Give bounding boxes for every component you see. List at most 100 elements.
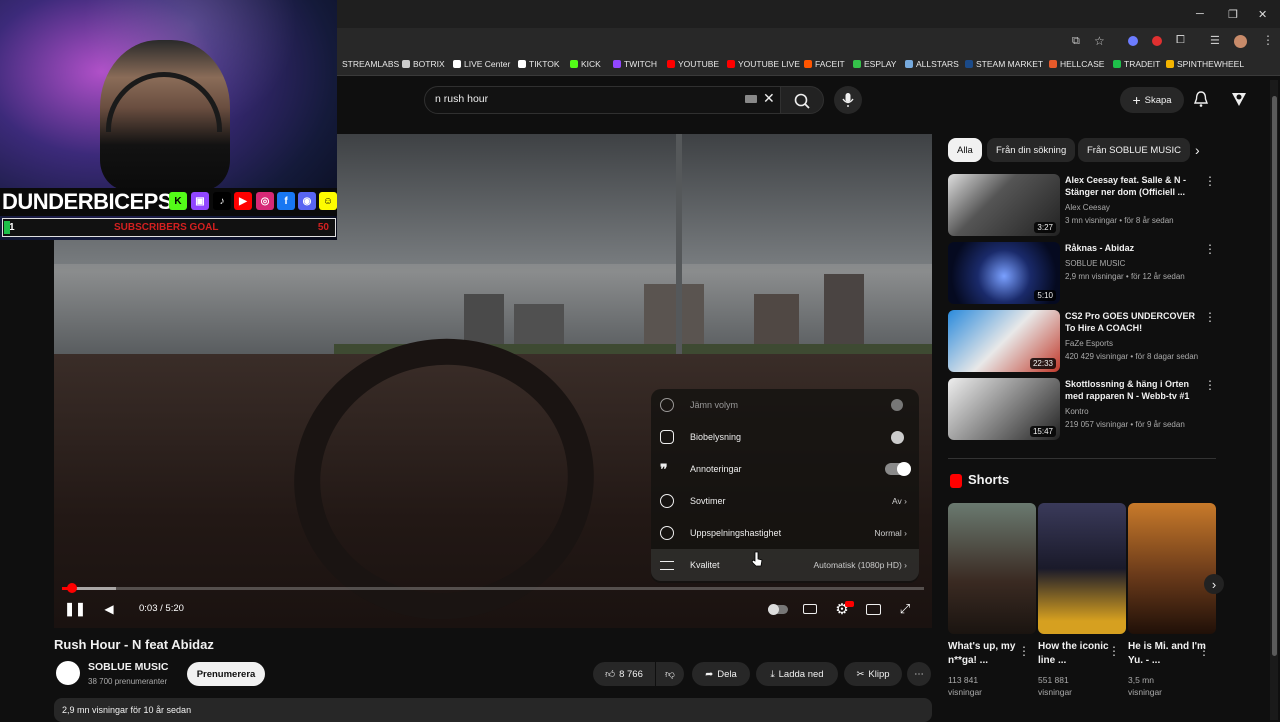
more-actions-button[interactable]: ⋯ xyxy=(907,662,931,686)
chip-from-channel[interactable]: Från SOBLUE MUSIC xyxy=(1078,138,1190,162)
bookmark-item[interactable]: STREAMLABS xyxy=(342,59,399,69)
clip-button[interactable]: ✂ Klipp xyxy=(844,662,902,686)
settings-item-stable-volume[interactable]: Jämn volym xyxy=(651,389,919,421)
bookmark-item[interactable]: STEAM MARKET xyxy=(965,59,1043,69)
bookmark-item[interactable]: ESPLAY xyxy=(853,59,896,69)
more-options-icon[interactable]: ⋮ xyxy=(1018,644,1030,658)
channel-avatar[interactable] xyxy=(56,661,80,685)
notifications-bell-icon[interactable] xyxy=(1192,90,1210,108)
scissors-icon: ✂ xyxy=(856,668,865,680)
settings-item-ambient-mode[interactable]: Biobelysning xyxy=(651,421,919,453)
more-options-icon[interactable]: ⋮ xyxy=(1204,242,1216,256)
reading-list-icon[interactable]: ☰ xyxy=(1210,34,1220,47)
clear-search-icon[interactable]: ✕ xyxy=(763,90,775,107)
speed-gauge-icon xyxy=(660,526,674,540)
browser-menu-icon[interactable]: ⋮ xyxy=(1262,33,1274,47)
bookmark-item[interactable]: SPINTHEWHEEL xyxy=(1166,59,1244,69)
bookmark-item[interactable]: TRADEIT xyxy=(1113,59,1160,69)
bookmark-item[interactable]: HELLCASE xyxy=(1049,59,1104,69)
scrollbar-thumb[interactable] xyxy=(1272,96,1277,656)
short-thumbnail[interactable] xyxy=(1128,503,1216,634)
autoplay-toggle[interactable] xyxy=(768,601,788,617)
fullscreen-button[interactable]: ⤢ xyxy=(897,601,913,617)
annotations-toggle[interactable] xyxy=(885,462,911,476)
profile-avatar[interactable] xyxy=(1234,35,1247,48)
settings-item-annotations[interactable]: ❞ Annoteringar xyxy=(651,453,919,485)
cast-icon[interactable]: ⧉ xyxy=(1072,35,1080,48)
recommendation-item[interactable]: 15:47 Skottlossning & häng i Orten med r… xyxy=(948,378,1216,442)
bookmark-star-icon[interactable]: ☆ xyxy=(1094,34,1105,48)
more-options-icon[interactable]: ⋮ xyxy=(1198,644,1210,658)
bookmark-item[interactable]: TWITCH xyxy=(613,59,657,69)
facebook-icon: f xyxy=(277,192,295,210)
miniplayer-button[interactable] xyxy=(865,601,881,617)
ambient-mode-toggle[interactable] xyxy=(885,431,909,444)
stable-volume-toggle[interactable] xyxy=(885,399,909,411)
bookmark-item[interactable]: TIKTOK xyxy=(518,59,560,69)
share-icon: ➦ xyxy=(705,668,714,680)
like-button[interactable]: 👍︎ 8 766 xyxy=(593,662,655,686)
stable-volume-icon xyxy=(660,398,674,412)
keyboard-icon[interactable] xyxy=(745,95,757,103)
chip-from-search[interactable]: Från din sökning xyxy=(987,138,1076,162)
bookmark-item[interactable]: KICK xyxy=(570,59,601,69)
voice-search-button[interactable] xyxy=(834,86,862,114)
pause-button[interactable]: ❚❚ xyxy=(64,601,86,617)
sliders-icon xyxy=(660,560,674,570)
shorts-next-icon[interactable]: › xyxy=(1204,574,1224,594)
bookmark-item[interactable]: YOUTUBE xyxy=(667,59,719,69)
volume-button[interactable]: ◀ xyxy=(101,601,117,617)
recommendation-item[interactable]: 5:10 Råknas - Abidaz SOBLUE MUSIC 2,9 mn… xyxy=(948,242,1216,306)
dislike-button[interactable]: 👎︎ xyxy=(656,662,684,686)
minimize-icon[interactable]: ─ xyxy=(1196,8,1204,20)
settings-menu: Jämn volym Biobelysning ❞ Annoteringar So… xyxy=(651,389,919,583)
snapchat-icon: ☺ xyxy=(319,192,337,210)
chip-all[interactable]: Alla xyxy=(948,138,982,162)
bookmark-item[interactable]: BOTRIX xyxy=(402,59,445,69)
channel-name[interactable]: SOBLUE MUSIC xyxy=(88,661,169,673)
extension-icon[interactable] xyxy=(1128,36,1138,46)
more-options-icon[interactable]: ⋮ xyxy=(1204,310,1216,324)
progress-bar[interactable] xyxy=(62,587,924,590)
more-options-icon[interactable]: ⋮ xyxy=(1108,644,1120,658)
create-button[interactable]: + Skapa xyxy=(1120,87,1184,113)
chevron-right-icon[interactable]: › xyxy=(1195,142,1200,158)
bookmark-item[interactable]: FACEIT xyxy=(804,59,845,69)
video-thumbnail: 22:33 xyxy=(948,310,1060,372)
short-thumbnail[interactable] xyxy=(1038,503,1126,634)
miniplayer-icon xyxy=(865,603,881,615)
subscribe-button[interactable]: Prenumerera xyxy=(187,662,265,686)
sleep-timer-value: Av › xyxy=(892,496,907,506)
short-thumbnail[interactable] xyxy=(948,503,1036,634)
hd-badge xyxy=(845,601,854,607)
more-options-icon[interactable]: ⋮ xyxy=(1204,174,1216,188)
recommendation-item[interactable]: 3:27 Alex Ceesay feat. Salle & N - Stäng… xyxy=(948,174,1216,238)
bookmark-item[interactable]: LIVE Center xyxy=(453,59,510,69)
settings-item-quality[interactable]: Kvalitet Automatisk (1080p HD) › xyxy=(651,549,919,581)
share-button[interactable]: ➦ Dela xyxy=(692,662,750,686)
close-icon[interactable]: ✕ xyxy=(1258,8,1267,21)
subtitles-icon xyxy=(803,604,817,614)
microphone-icon xyxy=(842,93,854,107)
video-thumbnail: 3:27 xyxy=(948,174,1060,236)
recommendation-item[interactable]: 22:33 CS2 Pro GOES UNDERCOVER To Hire A … xyxy=(948,310,1216,374)
scrubber-handle[interactable] xyxy=(67,583,77,593)
description-box[interactable]: 2,9 mn visningar för 10 år sedan xyxy=(54,698,932,722)
settings-item-sleep-timer[interactable]: Sovtimer Av › xyxy=(651,485,919,517)
download-button[interactable]: ⤓ Ladda ned xyxy=(756,662,838,686)
shorts-icon xyxy=(950,474,962,488)
subscriber-count: 38 700 prenumeranter xyxy=(88,677,168,686)
subtitles-button[interactable] xyxy=(802,601,818,617)
more-options-icon[interactable]: ⋮ xyxy=(1204,378,1216,392)
restore-icon[interactable]: ❐ xyxy=(1228,8,1238,21)
kick-icon: K xyxy=(169,192,187,210)
search-button[interactable] xyxy=(780,86,824,114)
settings-button[interactable]: ⚙ xyxy=(834,601,854,618)
extensions-puzzle-icon[interactable]: ⧠ xyxy=(1176,34,1185,47)
bookmark-item[interactable]: ALLSTARS xyxy=(905,59,959,69)
bookmark-item[interactable]: YOUTUBE LIVE xyxy=(727,59,800,69)
extension-icon[interactable] xyxy=(1152,36,1162,46)
account-avatar[interactable] xyxy=(1230,90,1248,108)
settings-item-playback-speed[interactable]: Uppspelningshastighet Normal › xyxy=(651,517,919,549)
search-input[interactable]: n rush hour xyxy=(424,86,790,114)
